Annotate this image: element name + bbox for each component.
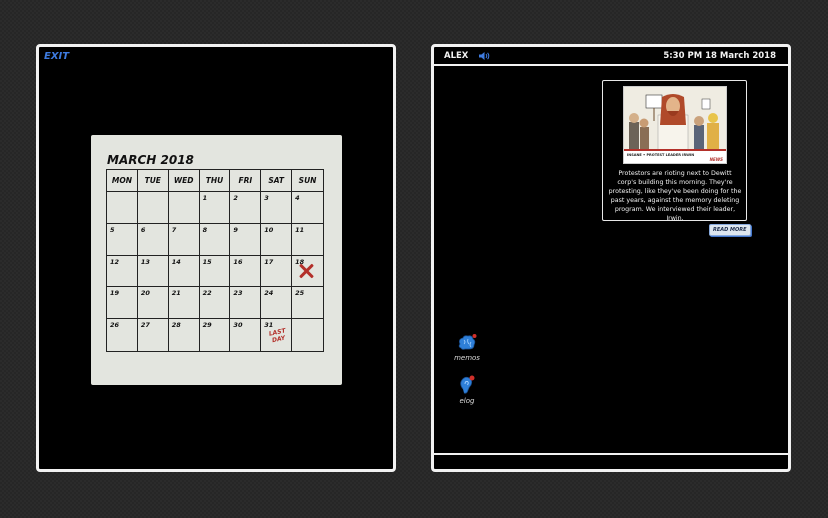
calendar-panel: EXIT MARCH 2018 MON TUE WED THU FRI SAT SUN 1 2 3… <box>36 44 396 472</box>
calendar-day-cell: 26 <box>107 319 138 351</box>
calendar-day-cell: 30 <box>230 319 262 351</box>
calendar-day-cell <box>107 192 138 224</box>
calendar-day-cell: 1 <box>199 192 231 224</box>
calendar-day-cell: 28 <box>169 319 200 351</box>
calendar-day-cell: 29 <box>200 319 231 351</box>
calendar-day-cell: 3 <box>261 192 293 224</box>
calendar-day-number: 21 <box>171 289 181 298</box>
calendar-day-cell: 14 <box>168 255 200 288</box>
calendar-day-cell <box>292 319 323 351</box>
calendar-day-cell: 25 <box>292 287 323 320</box>
calendar-day-cell: 22 <box>199 287 231 320</box>
calendar-day-number: 23 <box>233 289 243 298</box>
news-image-caption: INSANE • PROTEST LEADER IRWIN <box>627 153 695 157</box>
calendar-day-cell: 9 <box>230 223 262 256</box>
calendar-day-cell: 16 <box>230 255 262 288</box>
memos-app[interactable]: memos <box>447 333 487 362</box>
calendar-day-number: 5 <box>110 225 115 234</box>
elog-label: elog <box>459 397 475 405</box>
calendar-day-cell: 15 <box>199 255 231 288</box>
calendar-day-number: 3 <box>264 194 269 202</box>
calendar-day-number: 26 <box>110 321 120 330</box>
calendar-day-number: 31 <box>264 321 274 330</box>
calendar-day-cell: 6 <box>137 223 169 256</box>
bottom-bar <box>434 453 788 469</box>
calendar-day-cell: 20 <box>137 287 169 320</box>
calendar-weekday: THU <box>199 170 231 192</box>
calendar-day-cell: 13 <box>137 255 169 288</box>
news-image: INSANE • PROTEST LEADER IRWIN NEWS <box>623 86 727 164</box>
speaker-icon[interactable] <box>478 51 491 61</box>
calendar-day-cell: 23 <box>230 287 262 320</box>
calendar-day-number: 27 <box>140 321 150 330</box>
calendar-day-number: 16 <box>233 257 243 266</box>
calendar-day-number: 1 <box>202 194 208 202</box>
calendar-day-cell: 17 <box>261 255 293 288</box>
calendar-day-number: 11 <box>295 225 305 234</box>
calendar-day-number: 20 <box>140 289 150 298</box>
calendar-day-cell <box>137 192 169 224</box>
calendar-weekday: WED <box>168 170 200 192</box>
cross-mark-icon <box>298 263 314 279</box>
calendar-day-number: 13 <box>140 257 150 266</box>
calendar-day-number: 9 <box>233 225 238 234</box>
desktop-panel: ALEX 5:30 PM 18 March 2018 INSANE • PROT… <box>431 44 791 472</box>
status-bar: ALEX 5:30 PM 18 March 2018 <box>434 47 788 66</box>
calendar-day-cell: 27 <box>138 319 169 351</box>
calendar-weekday: SUN <box>292 170 323 192</box>
clock: 5:30 PM 18 March 2018 <box>663 51 776 61</box>
calendar-day-number: 14 <box>171 257 181 266</box>
elog-app[interactable]: elog <box>447 374 487 405</box>
calendar-day-number: 10 <box>264 225 274 234</box>
calendar-day-number: 19 <box>110 289 120 298</box>
calendar-day-number: 24 <box>264 289 274 298</box>
calendar-day-cell: 4 <box>292 192 323 224</box>
user-name: ALEX <box>444 51 469 61</box>
news-logo: NEWS <box>709 157 723 162</box>
memos-label: memos <box>454 354 480 362</box>
calendar-day-cell: 2 <box>230 192 262 224</box>
calendar-weekday: SAT <box>261 170 293 192</box>
calendar-day-number: 22 <box>202 289 212 298</box>
calendar-day-number: 29 <box>202 321 212 330</box>
calendar-day-number: 2 <box>233 194 238 202</box>
calendar-day-cell <box>168 192 200 224</box>
calendar-day-number: 28 <box>171 321 181 330</box>
calendar-day-number: 30 <box>233 321 243 330</box>
calendar-day-number: 6 <box>140 225 146 234</box>
calendar-day-cell: 10 <box>261 223 293 256</box>
calendar-weekday: FRI <box>230 170 262 192</box>
calendar-day-cell: 31 LAST DAY <box>261 319 293 351</box>
read-more-button[interactable]: READ MORE <box>709 224 751 236</box>
calendar-day-cell: 24 <box>261 287 293 320</box>
calendar-day-cell: 19 <box>107 287 138 320</box>
calendar-day-cell: 18 <box>292 256 323 288</box>
exit-button[interactable]: EXIT <box>44 51 69 62</box>
last-day-note: LAST DAY <box>268 327 287 345</box>
calendar-day-cell: 7 <box>168 223 200 256</box>
calendar-day-cell: 5 <box>107 223 138 256</box>
calendar-weekday: MON <box>107 170 138 192</box>
calendar-day-number: 12 <box>110 257 120 266</box>
calendar-grid: MON TUE WED THU FRI SAT SUN 1 2 3 4 5 6 7 8 9 10 11 12 13 14… <box>106 169 324 352</box>
calendar-day-number: 4 <box>295 194 300 202</box>
calendar-card: MARCH 2018 MON TUE WED THU FRI SAT SUN 1 2 3 4 5 6 7 8… <box>91 135 342 385</box>
calendar-day-cell: 21 <box>168 287 200 320</box>
calendar-day-cell: 11 <box>292 224 323 256</box>
news-card[interactable]: INSANE • PROTEST LEADER IRWIN NEWS Prote… <box>602 80 747 222</box>
calendar-day-number: 8 <box>202 225 208 234</box>
calendar-weekday: TUE <box>137 170 169 192</box>
calendar-day-number: 15 <box>202 257 212 266</box>
calendar-day-cell: 12 <box>107 255 138 288</box>
brain-icon <box>458 334 477 350</box>
calendar-day-number: 17 <box>264 257 274 266</box>
calendar-day-cell: 8 <box>199 223 231 256</box>
calendar-title: MARCH 2018 <box>107 153 194 167</box>
calendar-day-number: 25 <box>295 289 305 298</box>
news-article-text: Protestors are rioting next to Dewitt co… <box>608 170 742 222</box>
ear-icon <box>460 375 475 394</box>
calendar-day-number: 7 <box>171 225 177 234</box>
